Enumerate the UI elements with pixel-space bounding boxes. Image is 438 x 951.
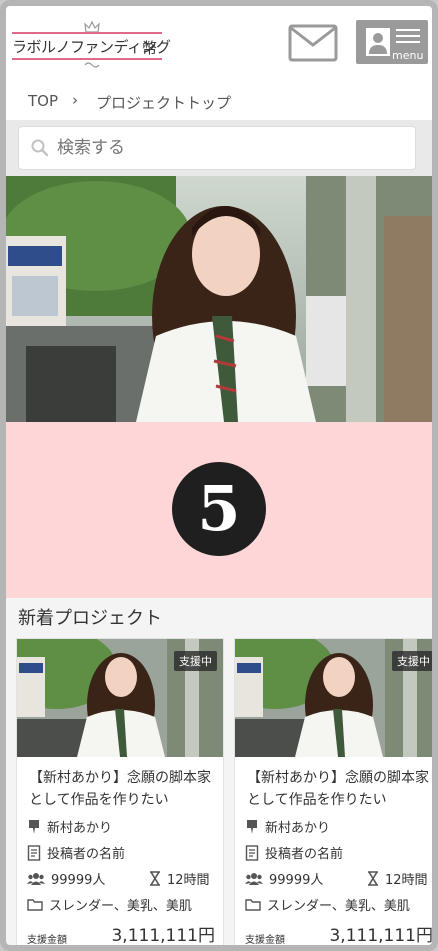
time-left: 12時間: [385, 873, 428, 888]
hourglass-icon: [150, 871, 160, 886]
status-badge: 支援中: [174, 651, 217, 671]
breadcrumb: TOP › プロジェクトトップ: [6, 86, 432, 121]
amount-value: 3,111,111円: [329, 926, 433, 946]
mail-button[interactable]: [288, 24, 338, 62]
project-title[interactable]: 【新村あかり】念願の脚本家として作品を作りたい: [29, 767, 219, 811]
search-input[interactable]: [57, 138, 397, 158]
project-thumbnail[interactable]: 支援中: [17, 639, 223, 757]
menu-label: menu: [392, 49, 424, 62]
logo-mark-icon: 幣: [142, 39, 157, 56]
mail-icon: [288, 24, 338, 62]
creator-name: 新村あかり: [265, 821, 331, 836]
amount-label: 支援金額: [245, 935, 285, 946]
poster-name: 投稿者の名前: [47, 847, 126, 862]
hamburger-icon: [396, 29, 420, 43]
hero-image[interactable]: [6, 176, 432, 422]
supporters-row: 99999人: [245, 869, 323, 888]
tags: スレンダー、美乳、美肌: [49, 899, 192, 914]
tags: スレンダー、美乳、美肌: [267, 899, 410, 914]
app-frame: ラボルノファンディング 幣 menu TOP › プロジェクトトップ 検索する …: [0, 0, 438, 951]
user-icon: [366, 28, 390, 56]
supporters-count: 99999人: [51, 873, 106, 888]
number-badge: 5: [172, 462, 266, 556]
breadcrumb-current: プロジェクトトップ: [96, 94, 232, 112]
status-badge: 支援中: [392, 651, 432, 671]
creator-icon: [29, 819, 39, 834]
project-thumbnail[interactable]: 支援中: [235, 639, 432, 757]
project-title[interactable]: 【新村あかり】念願の脚本家として作品を作りたい: [247, 767, 432, 811]
supporters-row: 99999人: [27, 869, 105, 888]
people-icon: [27, 872, 45, 885]
tags-row: スレンダー、美乳、美肌: [27, 895, 192, 914]
time-left: 12時間: [167, 873, 210, 888]
folder-icon: [27, 899, 43, 911]
poster-row: 投稿者の名前: [27, 843, 125, 862]
time-row: 12時間: [149, 869, 210, 888]
creator-row: 新村あかり: [245, 817, 330, 836]
menu-button[interactable]: menu: [356, 20, 428, 64]
header: ラボルノファンディング 幣 menu: [6, 6, 432, 86]
supporters-count: 99999人: [269, 873, 324, 888]
folder-icon: [245, 899, 261, 911]
creator-name: 新村あかり: [47, 821, 113, 836]
project-card[interactable]: 支援中 【新村あかり】念願の脚本家として作品を作りたい 新村あかり 投稿者の名前…: [234, 638, 433, 946]
hourglass-icon: [368, 871, 378, 886]
search-box[interactable]: [18, 126, 416, 170]
project-card[interactable]: 支援中 【新村あかり】念願の脚本家として作品を作りたい 新村あかり 投稿者の名前…: [16, 638, 224, 946]
logo-line-top: [12, 32, 162, 34]
hero-photo: [6, 176, 432, 422]
document-icon: [27, 844, 41, 861]
breadcrumb-separator: ›: [72, 91, 78, 109]
creator-row: 新村あかり: [27, 817, 112, 836]
people-icon: [245, 872, 263, 885]
breadcrumb-top-link[interactable]: TOP: [28, 92, 58, 110]
time-row: 12時間: [367, 869, 428, 888]
tags-row: スレンダー、美乳、美肌: [245, 895, 410, 914]
flourish-icon: [84, 62, 100, 68]
creator-icon: [247, 819, 257, 834]
search-bar: [6, 120, 432, 176]
amount-label: 支援金額: [27, 935, 67, 946]
feature-banner: 5: [6, 422, 432, 598]
search-icon: [31, 139, 49, 157]
svg-text:幣: 幣: [142, 39, 157, 56]
site-logo[interactable]: ラボルノファンディング 幣: [10, 20, 171, 70]
section-title: 新着プロジェクト: [18, 608, 162, 629]
poster-row: 投稿者の名前: [245, 843, 343, 862]
document-icon: [245, 844, 259, 861]
amount-value: 3,111,111円: [111, 926, 215, 946]
poster-name: 投稿者の名前: [265, 847, 344, 862]
